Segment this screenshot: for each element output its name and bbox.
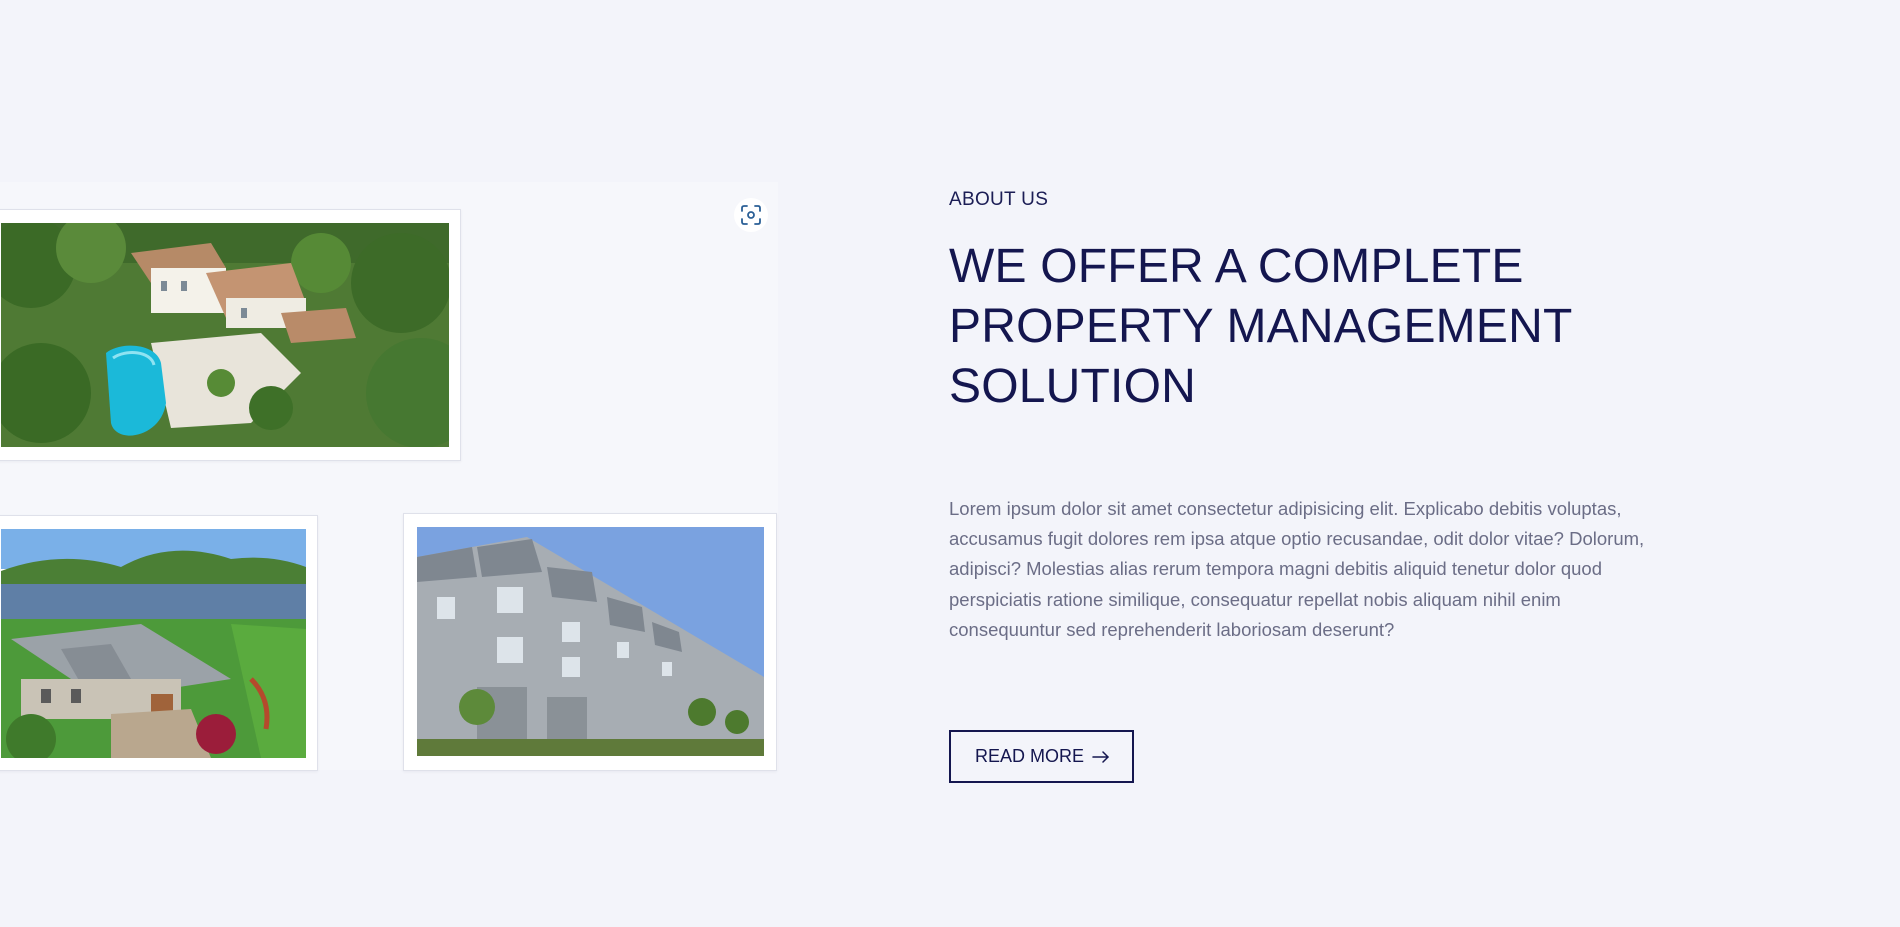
section-eyebrow: ABOUT US <box>949 189 1049 210</box>
gallery-image-lakeside[interactable] <box>0 515 318 771</box>
read-more-button[interactable]: READ MORE <box>949 730 1135 783</box>
gallery-image-townhouses[interactable] <box>403 513 777 771</box>
headline-line: PROPERTY MANAGEMENT <box>949 300 1573 353</box>
arrow-right-icon <box>1092 750 1110 764</box>
gallery-image-villa[interactable] <box>0 209 461 461</box>
zoom-focus-icon[interactable] <box>734 198 768 232</box>
property-gallery <box>0 182 778 771</box>
section-headline: WE OFFER A COMPLETE PROPERTY MANAGEMENT … <box>949 237 1669 417</box>
read-more-label: READ MORE <box>975 746 1085 766</box>
headline-line: WE OFFER A COMPLETE <box>949 240 1524 293</box>
townhouse-row-photo <box>417 527 764 756</box>
headline-line: SOLUTION <box>949 360 1196 413</box>
about-section: ABOUT US WE OFFER A COMPLETE PROPERTY MA… <box>0 0 1900 927</box>
lakeside-estate-photo <box>1 529 306 758</box>
villa-with-pool-photo <box>1 223 449 447</box>
section-body: Lorem ipsum dolor sit amet consectetur a… <box>949 498 1645 640</box>
